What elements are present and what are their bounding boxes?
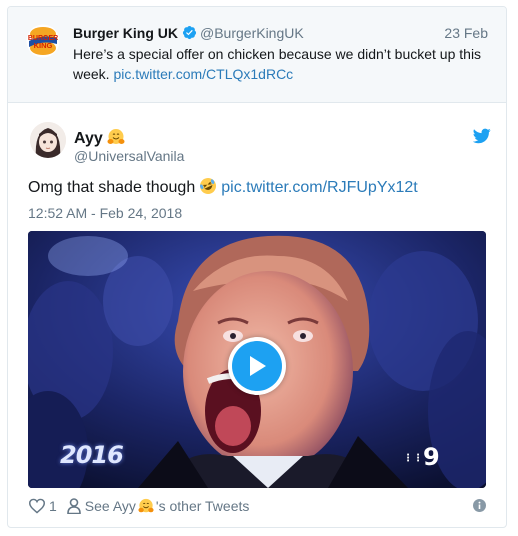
- parent-tweet-text: Here’s a special offer on chicken becaus…: [73, 44, 493, 84]
- tweet-timestamp[interactable]: 12:52 AM - Feb 24, 2018: [28, 204, 182, 222]
- see-other-tweets-prefix: See Ayy: [84, 498, 136, 514]
- verified-badge-icon: [182, 25, 197, 40]
- hugging-face-emoji: [107, 129, 125, 144]
- parent-tweet[interactable]: BURGER KING Burger King UK @BurgerKingUK …: [8, 7, 506, 103]
- twitter-bird-icon[interactable]: [473, 128, 491, 144]
- parent-author-handle[interactable]: @BurgerKingUK: [200, 25, 304, 41]
- see-other-tweets-link[interactable]: See Ayy 's other Tweets: [85, 498, 250, 514]
- parent-tweet-date[interactable]: 23 Feb: [444, 23, 488, 43]
- burger-king-logo[interactable]: BURGER KING: [26, 24, 60, 58]
- info-icon[interactable]: [473, 499, 486, 512]
- parent-author-name[interactable]: Burger King UK: [73, 25, 178, 41]
- parent-tweet-header: Burger King UK @BurgerKingUK 23 Feb: [73, 23, 488, 43]
- tweet-link[interactable]: pic.twitter.com/RJFUpYx12t: [221, 179, 418, 196]
- media-year-overlay: 2016: [60, 441, 124, 469]
- play-icon: [250, 356, 266, 376]
- see-other-tweets-suffix: 's other Tweets: [155, 498, 250, 514]
- avatar[interactable]: [30, 122, 66, 158]
- heart-icon[interactable]: [28, 498, 46, 514]
- tweet-text: Omg that shade though pic.twitter.com/RJ…: [28, 177, 418, 199]
- channel-logo-number: 9: [423, 443, 440, 471]
- tweet-footer: 1 See Ayy 's other Tweets: [28, 496, 249, 516]
- rolling-laughing-emoji: [200, 178, 217, 194]
- svg-text:KING: KING: [34, 41, 53, 50]
- embedded-tweet-card: BURGER KING Burger King UK @BurgerKingUK …: [7, 6, 507, 528]
- tweet-media-gif[interactable]: 2016 ⋮⋮9: [28, 231, 486, 488]
- author-handle[interactable]: @UniversalVanila: [74, 147, 184, 165]
- channel-logo: ⋮⋮9: [403, 443, 440, 471]
- play-button[interactable]: [228, 337, 286, 395]
- hugging-face-emoji: [138, 498, 154, 513]
- author-name-text: Ayy: [74, 130, 103, 147]
- author-name[interactable]: Ayy: [74, 128, 125, 148]
- play-button-inner: [232, 341, 282, 391]
- tweet-body: Omg that shade though: [28, 179, 196, 196]
- like-count[interactable]: 1: [49, 498, 57, 514]
- parent-tweet-link[interactable]: pic.twitter.com/CTLQx1dRCc: [113, 66, 293, 82]
- person-icon: [66, 498, 81, 514]
